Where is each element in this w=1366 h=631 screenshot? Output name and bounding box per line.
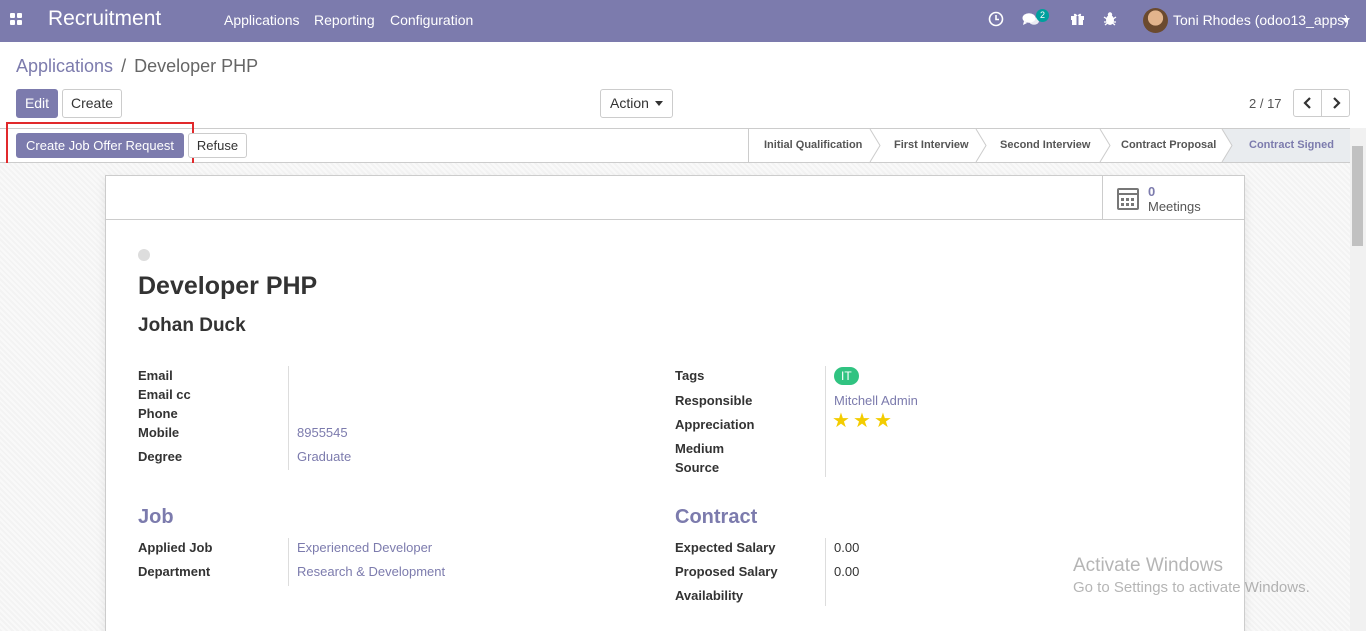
gift-icon[interactable] [1070, 11, 1085, 29]
chevron-left-icon [1302, 97, 1311, 109]
contract-group-divider [825, 538, 826, 606]
activity-clock-icon[interactable] [988, 11, 1004, 30]
windows-activation-watermark: Activate Windows [1073, 555, 1223, 576]
appreciation-label: Appreciation [675, 417, 755, 432]
applied-job-label: Applied Job [138, 540, 213, 555]
phone-label: Phone [138, 406, 178, 421]
stage-initial-qualification[interactable]: Initial Qualification [749, 129, 873, 162]
debug-bug-icon[interactable] [1103, 11, 1117, 29]
chevron-right-icon [1332, 97, 1341, 109]
apps-menu-icon[interactable] [10, 13, 22, 25]
responsible-value[interactable]: Mitchell Admin [834, 393, 918, 408]
action-caret-icon [654, 100, 663, 106]
edit-button[interactable]: Edit [16, 89, 58, 118]
email-label: Email [138, 368, 173, 383]
stage-second-interview[interactable]: Second Interview [986, 129, 1101, 162]
tags-label: Tags [675, 368, 705, 383]
source-label: Source [675, 460, 720, 475]
stage-contract-proposal[interactable]: Contract Proposal [1107, 129, 1222, 162]
department-label: Department [138, 564, 211, 579]
tag-badge[interactable]: IT [834, 367, 859, 385]
meetings-label: Meetings [1148, 199, 1201, 214]
degree-label: Degree [138, 449, 183, 464]
user-caret-icon[interactable] [1342, 18, 1350, 23]
applicant-name[interactable]: Johan Duck [138, 315, 246, 337]
stage-pipeline: Initial Qualification First Interview Se… [748, 129, 1351, 162]
create-button[interactable]: Create [62, 89, 122, 118]
menu-applications[interactable]: Applications [224, 12, 300, 28]
breadcrumb-separator: / [121, 56, 127, 76]
stage-first-interview[interactable]: First Interview [880, 129, 980, 162]
department-value[interactable]: Research & Development [297, 564, 445, 579]
refuse-button[interactable]: Refuse [188, 133, 247, 158]
expected-salary-value[interactable]: 0.00 [834, 540, 859, 555]
job-group-divider [288, 538, 289, 586]
proposed-salary-label: Proposed Salary [675, 564, 778, 579]
email-cc-label: Email cc [138, 387, 191, 402]
stage-contract-signed[interactable]: Contract Signed [1223, 129, 1351, 162]
applied-job-value[interactable]: Experienced Developer [297, 540, 432, 555]
left-group-divider [288, 366, 289, 470]
expected-salary-label: Expected Salary [675, 540, 776, 555]
star-icon[interactable]: ★ [853, 410, 871, 432]
job-section-title: Job [138, 506, 174, 528]
smart-button-box [105, 175, 1245, 220]
pager-previous-button[interactable] [1293, 89, 1322, 117]
proposed-salary-value[interactable]: 0.00 [834, 564, 859, 579]
user-avatar[interactable] [1143, 8, 1168, 33]
star-icon[interactable]: ★ [832, 410, 850, 432]
menu-configuration[interactable]: Configuration [390, 12, 473, 28]
responsible-label: Responsible [675, 393, 753, 408]
action-label: Action [610, 95, 649, 111]
messages-badge: 2 [1036, 9, 1050, 22]
mobile-label: Mobile [138, 425, 180, 440]
meetings-count: 0 [1148, 184, 1156, 199]
record-title[interactable]: Developer PHP [138, 272, 317, 301]
top-navbar: Recruitment Applications Reporting Confi… [0, 0, 1366, 42]
kanban-state-indicator[interactable] [138, 249, 150, 261]
scrollbar-thumb[interactable] [1352, 146, 1363, 246]
app-brand[interactable]: Recruitment [48, 7, 161, 31]
medium-label: Medium [675, 441, 725, 456]
calendar-icon [1117, 188, 1139, 210]
pager-next-button[interactable] [1321, 89, 1350, 117]
degree-value[interactable]: Graduate [297, 449, 351, 464]
breadcrumb-applications-link[interactable]: Applications [16, 56, 113, 76]
menu-reporting[interactable]: Reporting [314, 12, 375, 28]
availability-label: Availability [675, 588, 744, 603]
windows-activation-hint: Go to Settings to activate Windows. [1073, 579, 1310, 596]
mobile-value[interactable]: 8955545 [297, 425, 348, 440]
action-dropdown[interactable]: Action [600, 89, 673, 118]
star-icon[interactable]: ★ [874, 410, 892, 432]
right-group-divider [825, 366, 826, 477]
pager-value[interactable]: 2 / 17 [1249, 96, 1282, 111]
stage-current-arrow-icon [1221, 129, 1233, 162]
highlight-annotation-box [6, 122, 194, 167]
breadcrumb: Applications / Developer PHP [16, 56, 258, 77]
user-menu[interactable]: Toni Rhodes (odoo13_apps) [1173, 12, 1349, 28]
breadcrumb-current: Developer PHP [134, 56, 259, 76]
contract-section-title: Contract [675, 506, 758, 528]
